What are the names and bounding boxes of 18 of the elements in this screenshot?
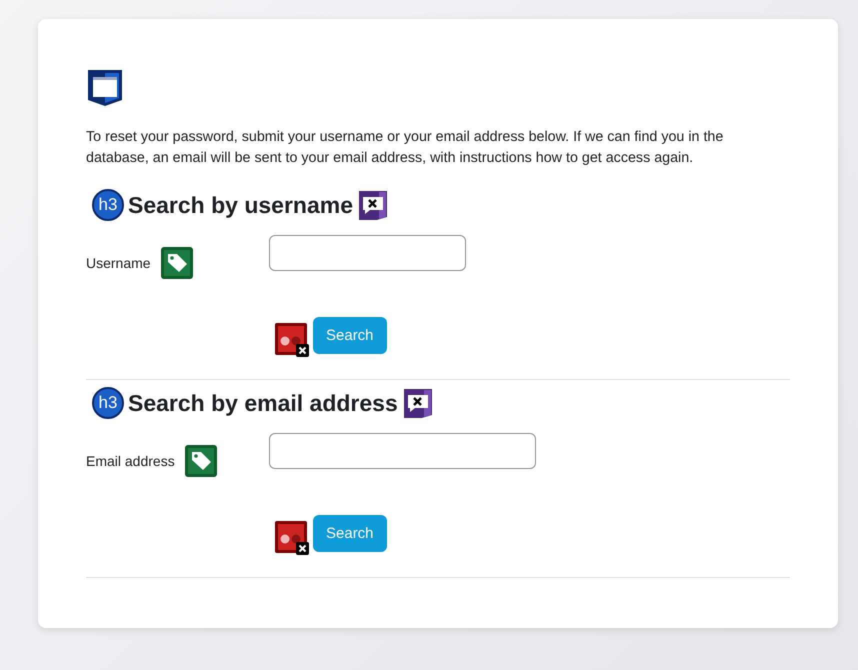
heading-level-badge: h3 — [92, 189, 124, 221]
tag-icon — [160, 247, 193, 279]
field-label: Username — [86, 255, 151, 271]
error-toggle-icon — [275, 323, 311, 357]
search-button[interactable]: Search — [313, 515, 387, 552]
error-toggle-icon — [275, 521, 311, 555]
tag-icon — [184, 445, 217, 477]
speech-bubble-x-icon — [357, 189, 390, 221]
field-label: Email address — [86, 453, 175, 469]
text-field[interactable] — [269, 235, 466, 271]
heading-level-badge: h3 — [92, 387, 124, 419]
browser-window-icon — [86, 69, 124, 107]
instructions-text: To reset your password, submit your username or your email address below. If we can find you in the database, an email will be sent to your email address, with instructions how to get access again. — [86, 128, 724, 168]
text-field[interactable] — [269, 433, 536, 469]
speech-bubble-x-icon — [402, 387, 434, 419]
section-heading: Search by email address — [128, 390, 398, 416]
search-button[interactable]: Search — [313, 317, 387, 354]
section-heading: Search by username — [128, 192, 354, 218]
